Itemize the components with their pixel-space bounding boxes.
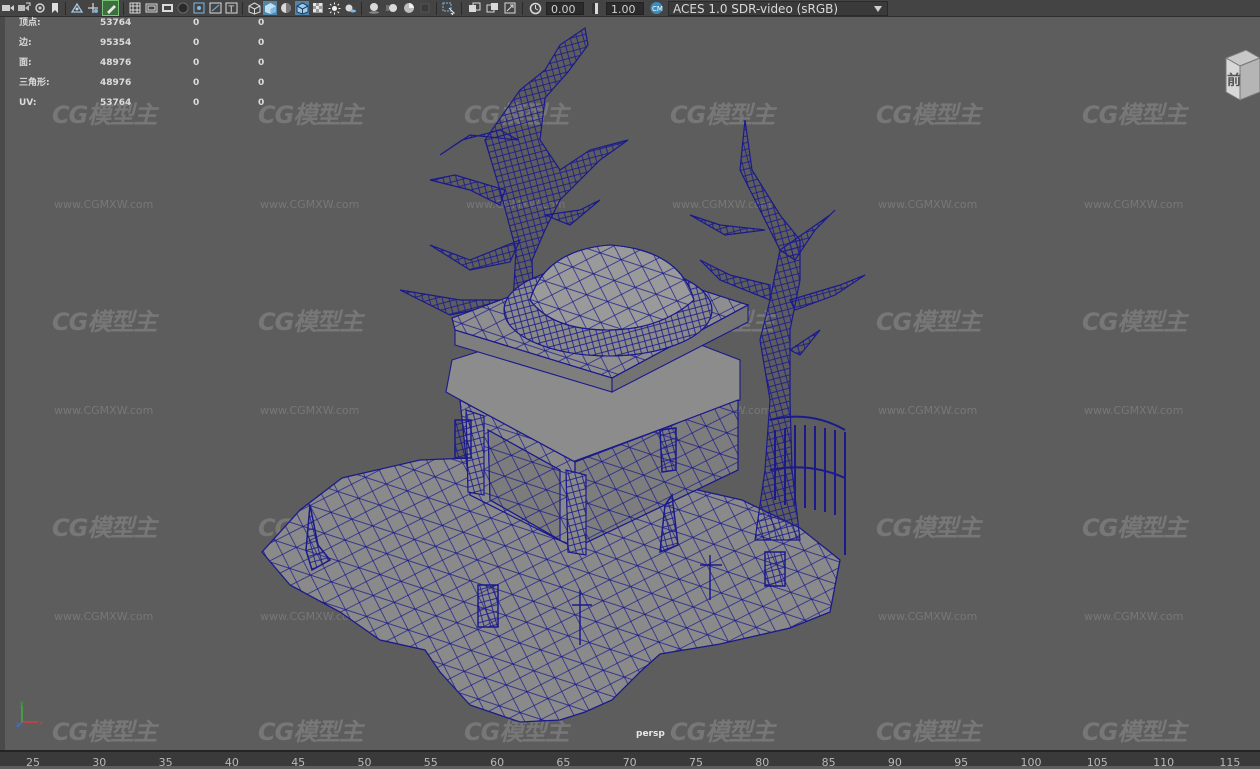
hud-component-value: 0 [258,18,265,28]
svg-text:x: x [39,720,43,727]
hud-row: 三角形: 48976 0 0 [19,77,279,97]
timeline-tick-label: 100 [1020,756,1042,769]
poly-count-hud: 顶点: 53764 0 0 边: 95354 0 0 面: 48976 0 0 三角形: 48976 0 0 U… [19,17,279,117]
hud-selected-value: 0 [193,98,200,108]
hud-label: UV: [19,98,37,108]
hud-total-value: 48976 [100,58,132,68]
hud-total-value: 95354 [100,38,132,48]
timeline-tick-label: 40 [224,756,239,769]
timeline-tick-label: 70 [622,756,637,769]
svg-text:y: y [20,700,24,707]
hud-component-value: 0 [258,38,265,48]
hud-selected-value: 0 [193,38,200,48]
hud-label: 顶点: [19,18,41,28]
hud-total-value: 48976 [100,78,132,88]
timeline-tick-label: 45 [291,756,306,769]
axis-gizmo: y x z [16,700,46,732]
camera-name-label: persp [636,729,665,739]
hud-selected-value: 0 [193,58,200,68]
timeline-tick-label: 30 [92,756,107,769]
hud-label: 三角形: [19,78,50,88]
timeline-tick-label: 65 [556,756,571,769]
hud-label: 面: [19,58,32,68]
timeline-tick-label: 110 [1153,756,1175,769]
viewcube-front-label: 前 [1227,73,1241,89]
timeline-tick-label: 60 [490,756,505,769]
timeline-tick-label: 115 [1219,756,1241,769]
timeline-tick-label: 35 [158,756,173,769]
hud-row: UV: 53764 0 0 [19,97,279,117]
hud-component-value: 0 [258,78,265,88]
timeline-tick-label: 55 [423,756,438,769]
timeline-tick-label: 95 [954,756,969,769]
hud-row: 面: 48976 0 0 [19,57,279,77]
viewcube[interactable]: 前 [1222,44,1260,108]
timeline-tick-label: 90 [887,756,902,769]
hud-total-value: 53764 [100,98,132,108]
svg-text:z: z [16,722,19,728]
hud-component-value: 0 [258,58,265,68]
hud-row: 边: 95354 0 0 [19,37,279,57]
timeline-tick-label: 50 [357,756,372,769]
timeline-tick-label: 25 [26,756,40,769]
hud-component-value: 0 [258,98,265,108]
timeline-tick-label: 80 [755,756,770,769]
hud-total-value: 53764 [100,18,132,28]
timeline-tick-label: 75 [689,756,703,769]
hud-selected-value: 0 [193,78,200,88]
hud-row: 顶点: 53764 0 0 [19,17,279,37]
timeline-tick-label: 85 [821,756,836,769]
time-slider[interactable]: 25 30 35 40 45 50 55 60 65 70 75 80 85 90 95 100 105 110 1… [0,750,1260,769]
hud-selected-value: 0 [193,18,200,28]
timeline-tick-label: 105 [1086,756,1108,769]
hud-label: 边: [19,38,32,48]
